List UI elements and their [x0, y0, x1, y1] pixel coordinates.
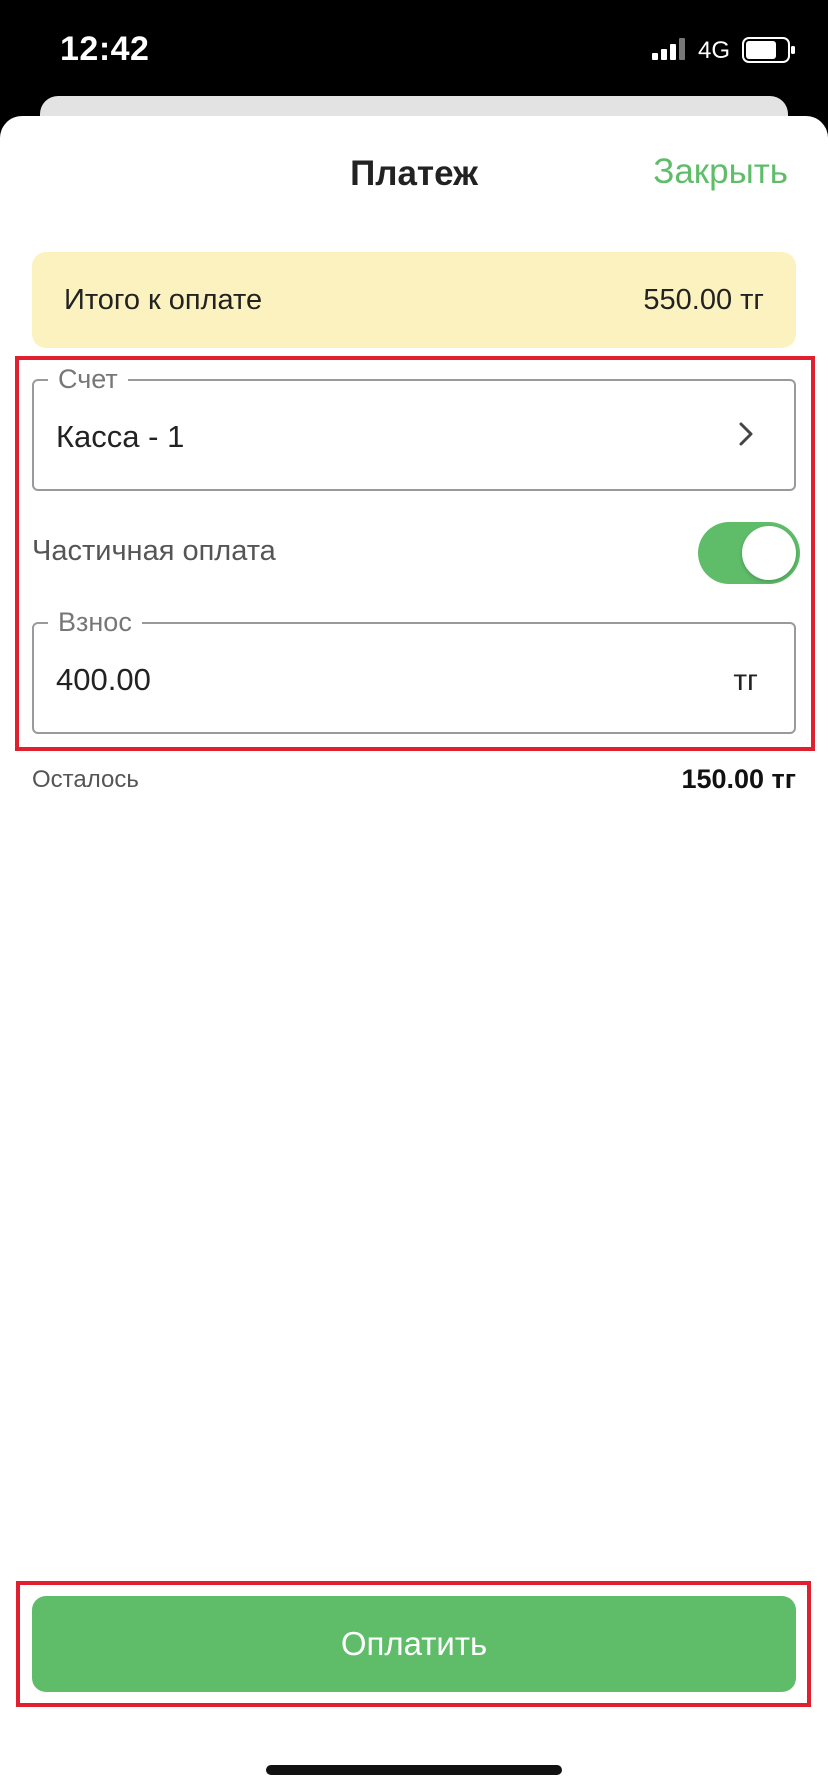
payment-sheet: Платеж Закрыть Итого к оплате 550.00 тг …: [0, 116, 828, 1792]
total-label: Итого к оплате: [64, 284, 263, 316]
deposit-field-value: 400.00: [56, 662, 151, 697]
deposit-field-legend: Взнос: [48, 605, 142, 639]
home-indicator: [266, 1765, 562, 1775]
partial-payment-toggle[interactable]: [698, 522, 800, 584]
network-type: 4G: [698, 37, 731, 64]
total-card: Итого к оплате 550.00 тг: [32, 252, 796, 348]
deposit-input[interactable]: Взнос 400.00 тг: [32, 605, 796, 734]
account-select[interactable]: Счет Касса - 1: [32, 362, 796, 491]
partial-payment-label: Частичная оплата: [32, 535, 276, 567]
close-button[interactable]: Закрыть: [653, 152, 788, 192]
chevron-right-icon: [739, 422, 753, 446]
total-value: 550.00 тг: [643, 284, 764, 316]
toggle-knob: [742, 526, 796, 580]
account-field-legend: Счет: [48, 362, 128, 396]
remaining-value: 150.00 тг: [681, 764, 796, 794]
deposit-field-unit: тг: [733, 664, 758, 697]
status-bar: 12:42 4G: [0, 0, 828, 100]
account-field-value: Касса - 1: [56, 419, 185, 454]
battery-icon: [742, 37, 795, 63]
signal-bars-icon: [652, 38, 685, 60]
pay-button[interactable]: Оплатить: [32, 1596, 796, 1692]
remaining-label: Осталось: [32, 766, 139, 793]
status-time: 12:42: [60, 30, 150, 68]
